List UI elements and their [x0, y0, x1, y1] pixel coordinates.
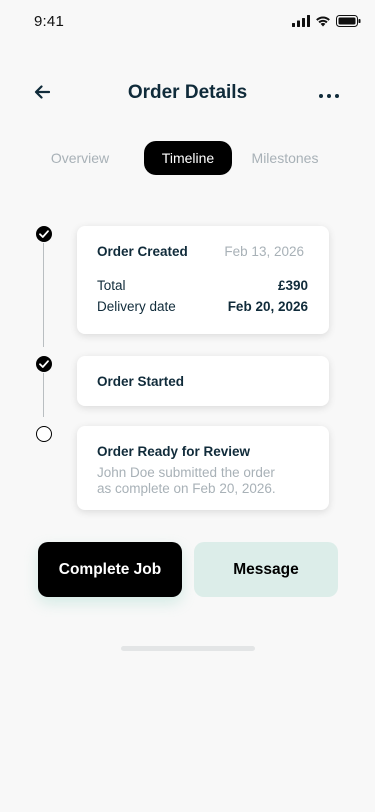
detail-label: Total: [97, 278, 126, 293]
timeline-card-order-created: Order Created Feb 13, 2026 Total £390 De…: [77, 226, 329, 334]
header: Order Details: [0, 76, 375, 112]
tab-timeline[interactable]: Timeline: [144, 141, 232, 175]
more-options-button[interactable]: [317, 82, 341, 106]
card-description-line: as complete on Feb 20, 2026.: [97, 481, 276, 496]
card-description: John Doe submitted the order as complete…: [97, 465, 276, 497]
order-details-screen: 9:41 Order Details Overview Timeline Mil…: [0, 0, 375, 812]
battery-icon: [336, 14, 361, 32]
detail-label: Delivery date: [97, 299, 176, 314]
more-horizontal-icon: [319, 85, 339, 103]
timeline-connector: [43, 243, 44, 347]
home-indicator: [121, 646, 255, 651]
step-complete-icon: [36, 226, 52, 242]
step-complete-icon: [36, 356, 52, 372]
card-title: Order Created: [97, 244, 188, 259]
status-bar: 9:41: [0, 0, 375, 44]
message-button[interactable]: Message: [194, 542, 338, 597]
timeline-card-order-started: Order Started: [77, 356, 329, 406]
tab-milestones[interactable]: Milestones: [245, 141, 325, 175]
card-title: Order Ready for Review: [97, 444, 251, 459]
detail-row-total: Total £390: [97, 278, 308, 293]
timeline-card-ready-for-review: Order Ready for Review John Doe submitte…: [77, 426, 329, 510]
complete-job-button[interactable]: Complete Job: [38, 542, 182, 597]
step-pending-icon: [36, 426, 52, 442]
status-icons: [292, 14, 361, 32]
tab-overview[interactable]: Overview: [42, 141, 118, 175]
detail-value: Feb 20, 2026: [227, 299, 308, 314]
signal-icon: [292, 14, 310, 32]
detail-row-delivery-date: Delivery date Feb 20, 2026: [97, 299, 308, 314]
card-description-line: John Doe submitted the order: [97, 465, 275, 480]
tab-bar: Overview Timeline Milestones: [0, 141, 375, 175]
timeline-connector: [43, 373, 44, 417]
wifi-icon: [315, 14, 331, 32]
card-title: Order Started: [97, 374, 185, 389]
card-date: Feb 13, 2026: [224, 244, 304, 259]
detail-value: £390: [277, 278, 308, 293]
status-time: 9:41: [34, 13, 64, 30]
